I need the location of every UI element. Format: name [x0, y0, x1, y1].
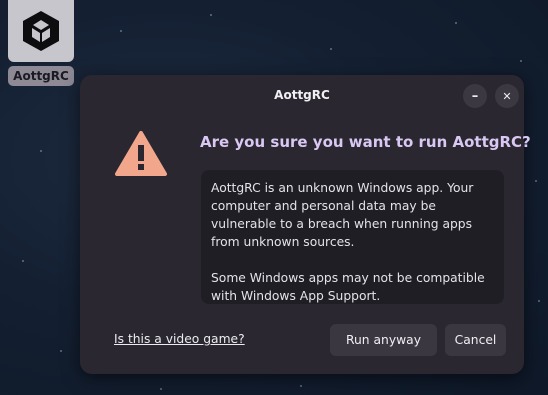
desktop-icon-aottgrc[interactable]: AottgRC — [6, 0, 76, 88]
message-paragraph: AottgRC is an unknown Windows app. Your … — [211, 181, 474, 249]
video-game-link[interactable]: Is this a video game? — [114, 332, 245, 346]
desktop-icon-label: AottgRC — [8, 66, 74, 86]
dialog-heading: Are you sure you want to run AottgRC? — [200, 133, 531, 151]
close-icon: ✕ — [502, 89, 512, 103]
warning-message: AottgRC is an unknown Windows app. Your … — [201, 170, 504, 304]
run-confirmation-dialog: AottgRC – ✕ Are you sure you want to run… — [80, 75, 531, 374]
minimize-icon: – — [471, 88, 479, 104]
close-button[interactable]: ✕ — [495, 84, 519, 108]
warning-triangle-icon — [114, 129, 168, 177]
cancel-button[interactable]: Cancel — [445, 324, 506, 356]
minimize-button[interactable]: – — [463, 84, 487, 108]
dialog-title: AottgRC — [274, 88, 330, 102]
run-anyway-button[interactable]: Run anyway — [330, 324, 437, 356]
dialog-titlebar[interactable]: AottgRC – ✕ — [80, 75, 524, 117]
unity-logo-icon — [8, 0, 74, 62]
message-paragraph: Some Windows apps may not be compatible … — [211, 271, 485, 303]
